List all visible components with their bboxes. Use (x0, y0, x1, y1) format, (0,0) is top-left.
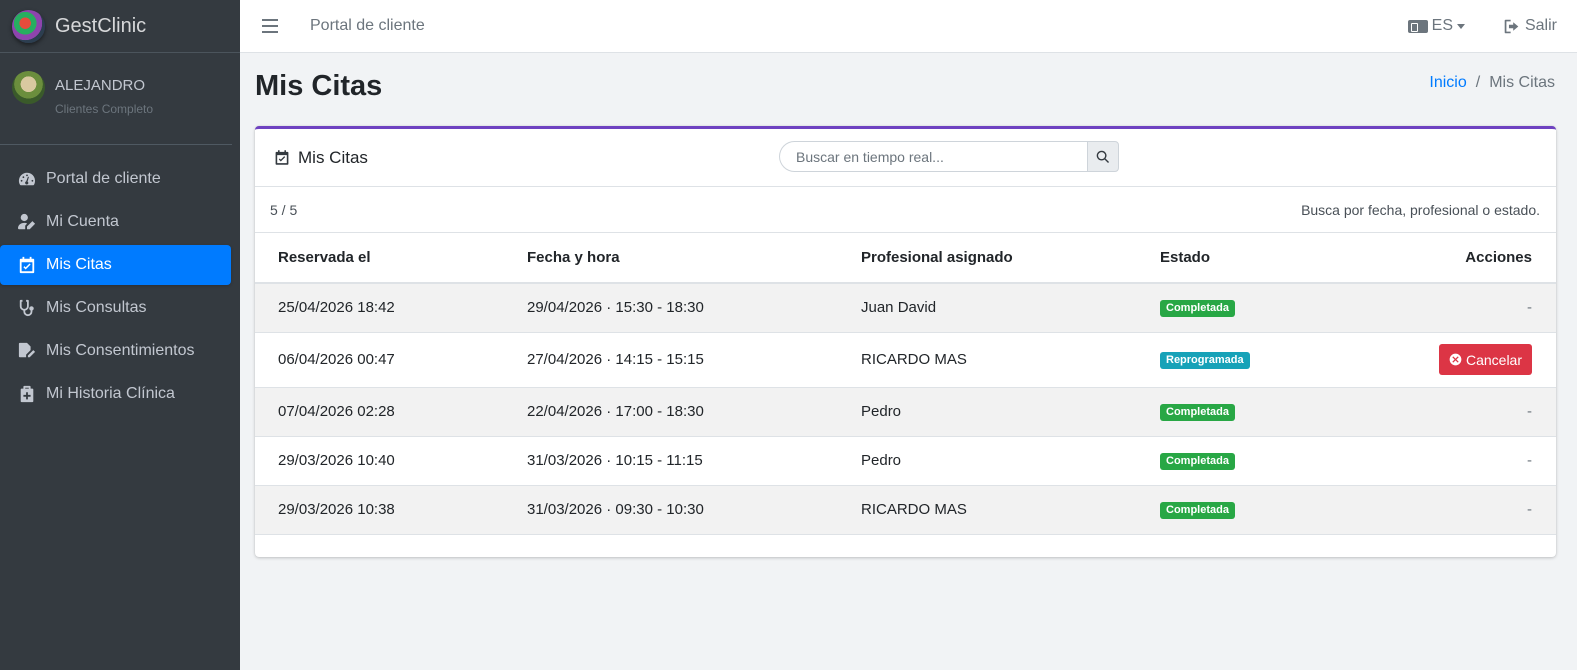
brand-logo (12, 9, 45, 43)
cell-professional: Juan David (838, 283, 1137, 333)
logout-button[interactable]: Salir (1503, 17, 1557, 35)
column-header-booked[interactable]: Reservada el (255, 233, 504, 284)
user-edit-icon (18, 213, 36, 231)
appointments-table: Reservada el Fecha y hora Profesional as… (255, 233, 1556, 535)
cell-status: Reprogramada (1137, 332, 1337, 388)
cell-status: Completada (1137, 283, 1337, 333)
menu-toggle-icon[interactable] (262, 19, 278, 33)
cell-booked: 07/04/2026 02:28 (255, 387, 504, 437)
cell-professional: RICARDO MAS (838, 485, 1137, 535)
sidebar-item-mis-consultas[interactable]: Mis Consultas (0, 288, 231, 328)
cell-professional: RICARDO MAS (838, 332, 1137, 388)
column-header-status[interactable]: Estado (1137, 233, 1337, 284)
card-title: Mis Citas (274, 148, 368, 168)
table-row: 29/03/2026 10:38 31/03/2026 · 09:30 - 10… (255, 485, 1556, 535)
cancel-button-label: Cancelar (1465, 351, 1522, 368)
cell-professional: Pedro (838, 387, 1137, 437)
page-title: Mis Citas (255, 70, 383, 102)
times-circle-icon (1449, 353, 1462, 366)
cell-booked: 06/04/2026 00:47 (255, 332, 504, 388)
status-badge: Reprogramada (1160, 352, 1250, 369)
language-label: ES (1431, 17, 1453, 34)
cell-status: Completada (1137, 485, 1337, 535)
search-hint: Busca por fecha, profesional o estado. (1301, 201, 1540, 218)
cell-datetime: 27/04/2026 · 14:15 - 15:15 (504, 332, 838, 388)
card-header: Mis Citas (255, 129, 1556, 187)
cancel-appointment-button[interactable]: Cancelar (1438, 344, 1532, 375)
table-header-row: Reservada el Fecha y hora Profesional as… (255, 233, 1556, 284)
avatar (12, 71, 45, 104)
brand-name: GestClinic (55, 14, 147, 37)
search-button[interactable] (1087, 141, 1119, 172)
user-name[interactable]: ALEJANDRO (55, 77, 153, 94)
cell-booked: 25/04/2026 18:42 (255, 283, 504, 333)
stethoscope-icon (18, 299, 36, 317)
table-row: 29/03/2026 10:40 31/03/2026 · 10:15 - 11… (255, 436, 1556, 486)
briefcase-medical-icon (18, 385, 36, 403)
cell-booked: 29/03/2026 10:40 (255, 436, 504, 486)
card-subheader: 5 / 5 Busca por fecha, profesional o est… (255, 187, 1556, 233)
status-badge: Completada (1160, 404, 1235, 421)
cell-datetime: 29/04/2026 · 15:30 - 18:30 (504, 283, 838, 333)
calendar-check-icon (18, 256, 36, 274)
sidebar-item-mis-citas[interactable]: Mis Citas (0, 245, 231, 285)
cell-professional: Pedro (838, 436, 1137, 486)
card-title-label: Mis Citas (298, 147, 368, 167)
user-panel: ALEJANDRO Clientes Completo (0, 53, 232, 145)
language-dropdown[interactable]: ES (1407, 17, 1465, 35)
sidebar-item-mi-cuenta[interactable]: Mi Cuenta (0, 202, 231, 242)
cell-action: - (1337, 436, 1556, 486)
appointments-card: Mis Citas 5 / 5 Busca por fecha, profesi… (255, 126, 1556, 557)
result-count: 5 / 5 (270, 201, 298, 218)
sidebar-item-portal[interactable]: Portal de cliente (0, 159, 231, 199)
caret-down-icon (1456, 23, 1465, 29)
search-icon (1096, 150, 1110, 163)
language-icon (1407, 19, 1428, 33)
breadcrumb-home-link[interactable]: Inicio (1429, 74, 1466, 92)
column-header-datetime[interactable]: Fecha y hora (504, 233, 838, 284)
sidebar-item-mi-historia-clinica[interactable]: Mi Historia Clínica (0, 374, 231, 414)
column-header-actions: Acciones (1337, 233, 1556, 284)
cell-datetime: 31/03/2026 · 09:30 - 10:30 (504, 485, 838, 535)
logout-label: Salir (1524, 17, 1557, 34)
top-navbar: Portal de cliente ES Salir (240, 0, 1577, 53)
topbar-portal-link[interactable]: Portal de cliente (310, 17, 425, 35)
sidebar: GestClinic ALEJANDRO Clientes Completo P… (0, 0, 240, 670)
table-row: 06/04/2026 00:47 27/04/2026 · 14:15 - 15… (255, 332, 1556, 388)
sidebar-item-label: Mis Consultas (46, 299, 147, 316)
column-header-professional[interactable]: Profesional asignado (838, 233, 1137, 284)
table-row: 25/04/2026 18:42 29/04/2026 · 15:30 - 18… (255, 283, 1556, 333)
cell-action: - (1337, 485, 1556, 535)
status-badge: Completada (1160, 300, 1235, 318)
sidebar-nav: Portal de cliente Mi Cuenta Mis Citas Mi… (0, 145, 240, 414)
sidebar-item-label: Mi Cuenta (46, 213, 119, 230)
brand[interactable]: GestClinic (0, 0, 240, 53)
breadcrumb-current: Mis Citas (1489, 74, 1555, 91)
tachometer-icon (18, 170, 36, 188)
cell-action: - (1337, 387, 1556, 437)
breadcrumb-separator: / (1475, 74, 1481, 91)
cell-status: Completada (1137, 436, 1337, 486)
calendar-check-icon (275, 150, 289, 165)
search-group (779, 141, 1119, 172)
sidebar-item-label: Mi Historia Clínica (46, 385, 175, 402)
sidebar-item-mis-consentimientos[interactable]: Mis Consentimientos (0, 331, 231, 371)
table-row: 07/04/2026 02:28 22/04/2026 · 17:00 - 18… (255, 387, 1556, 437)
cell-action: - (1337, 283, 1556, 333)
cell-datetime: 22/04/2026 · 17:00 - 18:30 (504, 387, 838, 437)
cell-action: Cancelar (1337, 332, 1556, 388)
cell-booked: 29/03/2026 10:38 (255, 485, 504, 535)
sign-out-icon (1504, 19, 1519, 33)
user-role: Clientes Completo (55, 102, 154, 116)
status-badge: Completada (1160, 453, 1235, 470)
sidebar-item-label: Mis Citas (46, 256, 112, 273)
cell-datetime: 31/03/2026 · 10:15 - 11:15 (504, 436, 838, 486)
file-signature-icon (18, 342, 36, 360)
sidebar-item-label: Portal de cliente (46, 170, 161, 187)
breadcrumb: Inicio / Mis Citas (1429, 74, 1555, 92)
cell-status: Completada (1137, 387, 1337, 437)
status-badge: Completada (1160, 502, 1235, 519)
sidebar-item-label: Mis Consentimientos (46, 342, 195, 359)
search-input[interactable] (779, 141, 1087, 172)
